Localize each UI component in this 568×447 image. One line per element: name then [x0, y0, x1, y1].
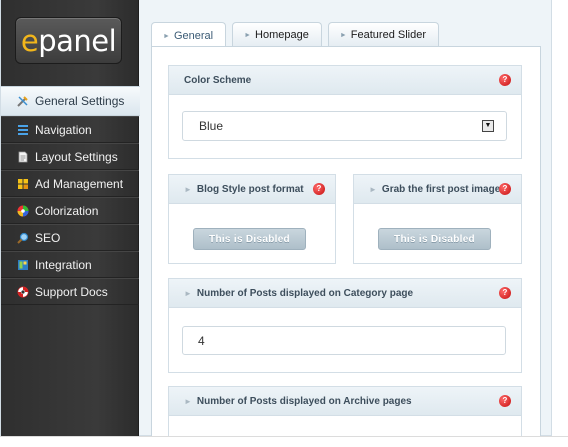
posts-category-title: Number of Posts displayed on Category pa…: [196, 287, 414, 299]
sidebar: epanel General Settings Navigation Layou…: [1, 0, 140, 436]
integration-icon: [18, 259, 28, 270]
help-icon[interactable]: ?: [499, 395, 511, 407]
help-icon[interactable]: ?: [313, 183, 325, 195]
tab-bullet-icon: ►: [339, 31, 347, 39]
help-icon[interactable]: ?: [499, 183, 511, 195]
epanel-frame: epanel General Settings Navigation Layou…: [0, 0, 552, 436]
tools-icon: [17, 96, 28, 107]
sidebar-item-support-docs[interactable]: Support Docs: [1, 278, 139, 305]
grab-image-disabled-button[interactable]: This is Disabled: [378, 228, 491, 250]
sidebar-item-seo[interactable]: SEO: [1, 224, 139, 251]
help-icon[interactable]: ?: [499, 287, 511, 299]
sidebar-item-general-settings[interactable]: General Settings: [1, 86, 140, 116]
magnifier-icon: [17, 232, 29, 244]
settings-content: Color Scheme ? Blue ▼ ► Blog Style post …: [151, 46, 541, 436]
tab-bullet-icon: ►: [244, 31, 252, 39]
sidebar-item-navigation[interactable]: Navigation: [1, 116, 139, 143]
bullet-icon: ►: [184, 396, 192, 406]
grab-image-title: Grab the first post image: [381, 183, 501, 195]
sidebar-nav: General Settings Navigation Layout Setti…: [1, 86, 140, 305]
sidebar-item-colorization[interactable]: Colorization: [1, 197, 139, 224]
tab-bullet-icon: ►: [163, 32, 170, 40]
tab-homepage[interactable]: ► Homepage: [232, 22, 322, 47]
tab-featured-slider[interactable]: ► Featured Slider: [327, 22, 439, 47]
grab-image-box: ► Grab the first post image ? This is Di…: [353, 174, 522, 264]
bullet-icon: ►: [184, 184, 192, 194]
posts-category-box: ► Number of Posts displayed on Category …: [168, 278, 522, 373]
blog-style-disabled-button[interactable]: This is Disabled: [193, 228, 306, 250]
navigation-icon: [18, 124, 28, 135]
sidebar-item-integration[interactable]: Integration: [1, 251, 139, 278]
blog-style-title: Blog Style post format: [196, 183, 304, 195]
epanel-logo: epanel: [15, 17, 122, 64]
sidebar-item-layout-settings[interactable]: Layout Settings: [1, 143, 139, 170]
cropped-bottom-strip: [0, 436, 568, 447]
chevron-down-icon: ▼: [482, 120, 494, 132]
posts-category-input[interactable]: 4: [182, 326, 506, 355]
settings-tabs: ► General ► Homepage ► Featured Slider: [151, 22, 445, 49]
color-scheme-title: Color Scheme: [184, 74, 252, 86]
posts-archive-title: Number of Posts displayed on Archive pag…: [196, 395, 412, 407]
color-wheel-icon: [17, 205, 29, 216]
blog-style-box: ► Blog Style post format ? This is Disab…: [168, 174, 336, 264]
bullet-icon: ►: [184, 288, 192, 298]
color-scheme-box: Color Scheme ? Blue ▼: [168, 65, 522, 159]
help-icon[interactable]: ?: [499, 74, 511, 86]
bullet-icon: ►: [369, 184, 377, 194]
sidebar-item-ad-management[interactable]: Ad Management: [1, 170, 139, 197]
layout-icon: [18, 151, 28, 162]
color-scheme-select[interactable]: Blue ▼: [182, 111, 507, 141]
tab-general[interactable]: ► General: [151, 22, 227, 49]
lifebuoy-icon: [17, 286, 29, 297]
ad-icon: [18, 178, 28, 189]
posts-archive-box: ► Number of Posts displayed on Archive p…: [168, 386, 522, 436]
